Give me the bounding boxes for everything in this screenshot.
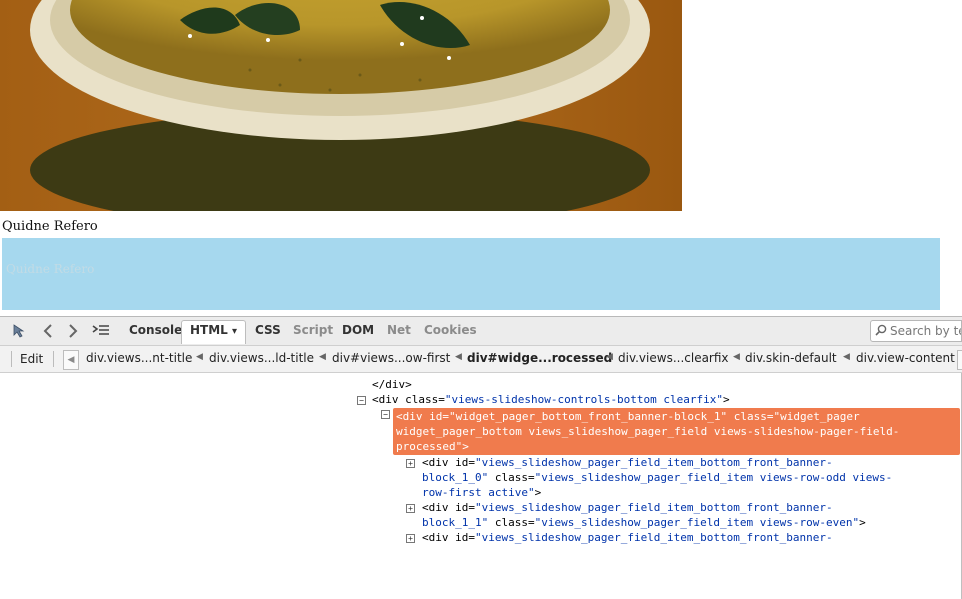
- breadcrumb-item[interactable]: div.view-content: [856, 351, 955, 365]
- chevron-left-icon: ◀: [455, 352, 462, 362]
- selected-node[interactable]: <div id="widget_pager_bottom_front_banne…: [393, 408, 960, 455]
- breadcrumb-item[interactable]: div.views...clearfix: [618, 351, 729, 365]
- breadcrumb-item[interactable]: div.skin-default: [745, 351, 837, 365]
- chevron-left-icon: ◀: [319, 352, 326, 362]
- chevron-down-icon: ▾: [232, 326, 238, 337]
- tab-html-label: HTML: [190, 323, 228, 337]
- chevron-left-icon: ◀: [843, 352, 850, 362]
- devtools-panel: Console HTML ▾ CSS Script DOM Net Cookie…: [0, 316, 962, 599]
- soup-bowl-image: [0, 0, 682, 211]
- tab-cookies[interactable]: Cookies: [424, 323, 477, 337]
- tree-line[interactable]: <div id="views_slideshow_pager_field_ite…: [422, 455, 833, 470]
- chevron-left-icon: ◀: [606, 352, 613, 362]
- search-placeholder: Search by te: [890, 324, 962, 338]
- chevron-left-icon: ◀: [196, 352, 203, 362]
- devtools-toolbar: Console HTML ▾ CSS Script DOM Net Cookie…: [0, 317, 962, 346]
- chevron-left-icon: ◀: [733, 352, 740, 362]
- tab-html[interactable]: HTML ▾: [181, 320, 247, 344]
- back-icon[interactable]: [38, 321, 58, 341]
- search-input[interactable]: Search by te: [870, 320, 962, 342]
- collapse-toggle[interactable]: −: [357, 396, 366, 405]
- tree-line: block_1_0" class="views_slideshow_pager_…: [422, 471, 893, 484]
- expand-toggle[interactable]: +: [406, 459, 415, 468]
- tree-line: row-first active">: [422, 486, 542, 499]
- tab-script[interactable]: Script: [293, 323, 333, 337]
- image-caption: Quidne Refero: [2, 219, 98, 234]
- search-icon: [875, 324, 887, 339]
- scroll-left-icon[interactable]: ◀: [63, 350, 79, 370]
- soup-photo: [0, 0, 682, 211]
- tab-net[interactable]: Net: [387, 323, 411, 337]
- breadcrumb-item[interactable]: div#views...ow-first: [332, 351, 450, 365]
- edit-button[interactable]: Edit: [11, 351, 55, 367]
- tab-css[interactable]: CSS: [255, 323, 281, 337]
- banner-caption: Quidne Refero: [6, 262, 95, 276]
- tab-console[interactable]: Console: [129, 323, 182, 337]
- highlighted-banner: Quidne Refero: [2, 238, 940, 310]
- tree-line: block_1_1" class="views_slideshow_pager_…: [422, 516, 866, 529]
- inspect-icon[interactable]: [10, 321, 30, 341]
- expand-toggle[interactable]: +: [406, 504, 415, 513]
- breadcrumb: Edit ◀ div.views...nt-title ◀ div.views.…: [0, 346, 962, 373]
- tree-line[interactable]: <div class="views-slideshow-controls-bot…: [372, 392, 730, 407]
- tree-line[interactable]: <div id="views_slideshow_pager_field_ite…: [422, 500, 833, 515]
- forward-icon[interactable]: [63, 321, 83, 341]
- command-line-icon[interactable]: [91, 321, 111, 341]
- scroll-right-icon[interactable]: [957, 350, 962, 370]
- collapse-toggle[interactable]: −: [381, 410, 390, 419]
- breadcrumb-item[interactable]: div.views...ld-title: [209, 351, 314, 365]
- breadcrumb-item[interactable]: div.views...nt-title: [86, 351, 192, 365]
- tab-dom[interactable]: DOM: [342, 323, 374, 337]
- tree-line: processed">: [396, 440, 469, 453]
- html-tree: </div> − <div class="views-slideshow-con…: [0, 373, 962, 599]
- breadcrumb-item-selected[interactable]: div#widge...rocessed: [467, 351, 612, 365]
- tree-line: </div>: [372, 378, 412, 391]
- tree-line[interactable]: <div id="views_slideshow_pager_field_ite…: [422, 530, 833, 545]
- tree-line: widget_pager_bottom views_slideshow_page…: [396, 425, 900, 438]
- tree-line: <div id="widget_pager_bottom_front_banne…: [396, 410, 860, 423]
